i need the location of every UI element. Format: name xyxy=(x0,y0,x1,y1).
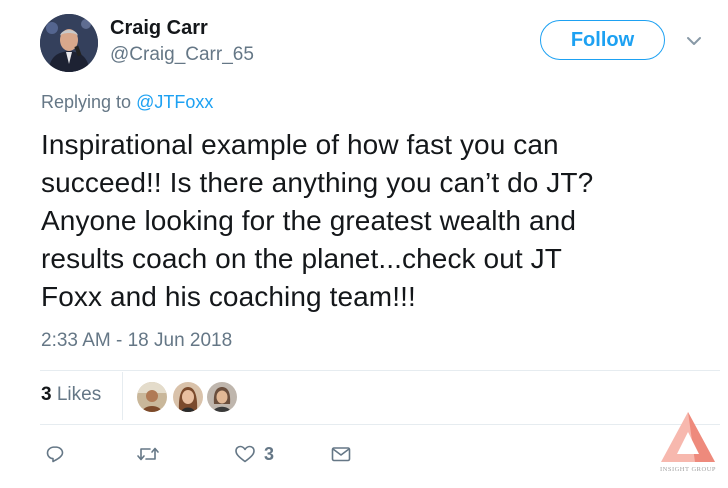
watermark-text: INSIGHT GROUP xyxy=(659,466,717,473)
liker-avatar[interactable] xyxy=(206,381,238,413)
divider xyxy=(122,372,123,420)
likes-number: 3 xyxy=(41,384,52,405)
replying-to: Replying to @JTFoxx xyxy=(41,92,213,113)
tweet-header: Craig Carr @Craig_Carr_65 Follow xyxy=(40,14,720,76)
tweet-line: Foxx and his coaching team!!! xyxy=(41,281,416,312)
reply-mention-link[interactable]: @JTFoxx xyxy=(136,92,213,112)
avatar[interactable] xyxy=(40,14,98,72)
timestamp[interactable]: 2:33 AM - 18 Jun 2018 xyxy=(41,330,232,352)
display-name[interactable]: Craig Carr xyxy=(110,17,208,40)
direct-message-button[interactable] xyxy=(330,440,352,468)
like-button[interactable]: 3 xyxy=(234,440,274,468)
reply-button[interactable] xyxy=(45,440,65,468)
likes-label: Likes xyxy=(56,384,102,405)
reply-icon xyxy=(45,444,65,464)
heart-icon xyxy=(234,444,256,464)
retweet-button[interactable] xyxy=(136,440,160,468)
insight-group-logo: INSIGHT GROUP xyxy=(655,408,721,488)
user-handle[interactable]: @Craig_Carr_65 xyxy=(110,44,254,66)
tweet-line: Anyone looking for the greatest wealth a… xyxy=(41,205,576,236)
replying-to-label: Replying to xyxy=(41,92,137,112)
liker-avatar[interactable] xyxy=(136,381,168,413)
follow-button[interactable]: Follow xyxy=(540,20,665,60)
tweet-line: succeed!! Is there anything you can’t do… xyxy=(41,167,594,198)
envelope-icon xyxy=(330,444,352,464)
tweet-line: results coach on the planet...check out … xyxy=(41,243,562,274)
chevron-down-icon[interactable] xyxy=(686,34,702,46)
retweet-icon xyxy=(136,444,160,464)
likes-count[interactable]: 3 Likes xyxy=(41,384,101,406)
tweet-line: Inspirational example of how fast you ca… xyxy=(41,129,559,160)
liker-avatar[interactable] xyxy=(172,381,204,413)
divider xyxy=(40,424,720,425)
divider xyxy=(40,370,720,371)
tweet-text: Inspirational example of how fast you ca… xyxy=(41,126,701,316)
like-count: 3 xyxy=(264,443,275,464)
